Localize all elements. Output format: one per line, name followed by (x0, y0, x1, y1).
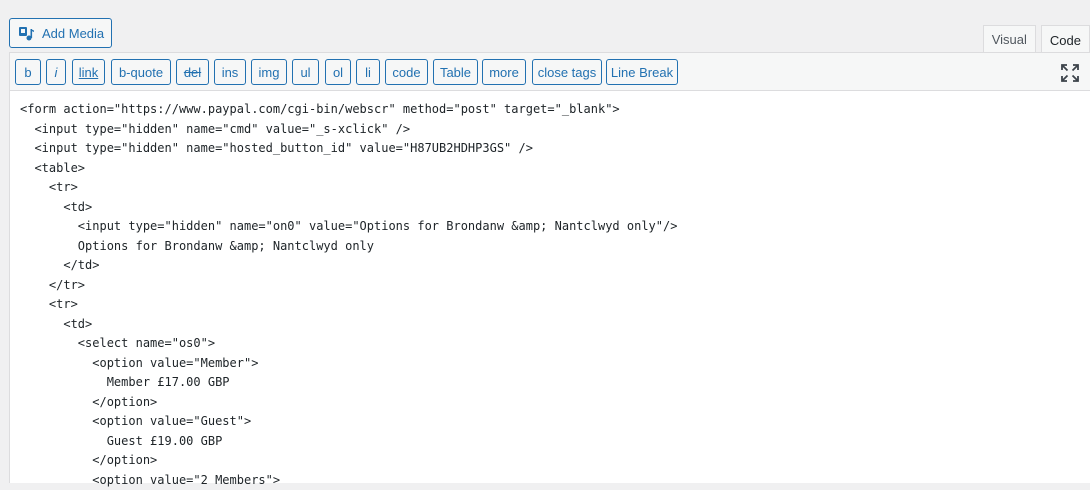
li-button[interactable]: li (356, 59, 380, 85)
code-line: Guest £19.00 GBP (20, 432, 1090, 452)
code-line: Options for Brondanw &amp; Nantclwyd onl… (20, 237, 1090, 257)
code-editor: b i link b-quote del ins img ul ol li co… (9, 52, 1090, 483)
img-button[interactable]: img (251, 59, 287, 85)
add-media-button[interactable]: Add Media (9, 18, 112, 48)
code-textarea[interactable]: <form action="https://www.paypal.com/cgi… (20, 100, 1090, 490)
italic-button[interactable]: i (46, 59, 66, 85)
code-line: </td> (20, 256, 1090, 276)
code-line: <select name="os0"> (20, 334, 1090, 354)
b-quote-button[interactable]: b-quote (111, 59, 171, 85)
code-line: </tr> (20, 276, 1090, 296)
tab-visual[interactable]: Visual (983, 25, 1036, 53)
line-break-button[interactable]: Line Break (606, 59, 678, 85)
media-icon (18, 25, 35, 42)
code-line: <option value="Member"> (20, 354, 1090, 374)
code-line: <td> (20, 315, 1090, 335)
ul-button[interactable]: ul (292, 59, 319, 85)
add-media-label: Add Media (42, 26, 104, 41)
code-line: <input type="hidden" name="on0" value="O… (20, 217, 1090, 237)
code-line: <form action="https://www.paypal.com/cgi… (20, 100, 1090, 120)
fullscreen-icon[interactable] (1060, 63, 1080, 83)
bold-button[interactable]: b (15, 59, 41, 85)
tab-code-label: Code (1050, 33, 1081, 48)
code-line: </option> (20, 451, 1090, 471)
ins-button[interactable]: ins (214, 59, 246, 85)
code-line: Member £17.00 GBP (20, 373, 1090, 393)
del-button[interactable]: del (176, 59, 209, 85)
link-button[interactable]: link (72, 59, 105, 85)
code-line: <td> (20, 198, 1090, 218)
quicktags-toolbar: b i link b-quote del ins img ul ol li co… (10, 53, 1090, 91)
tab-visual-label: Visual (992, 32, 1027, 47)
code-line: <option value="2 Members"> (20, 471, 1090, 490)
code-line: </option> (20, 393, 1090, 413)
code-line: <input type="hidden" name="hosted_button… (20, 139, 1090, 159)
code-button[interactable]: code (385, 59, 428, 85)
code-line: <input type="hidden" name="cmd" value="_… (20, 120, 1090, 140)
table-button[interactable]: Table (433, 59, 478, 85)
editor-tabs: Visual Code (978, 25, 1090, 53)
code-line: <option value="Guest"> (20, 412, 1090, 432)
more-button[interactable]: more (482, 59, 526, 85)
code-line: <tr> (20, 295, 1090, 315)
code-line: <table> (20, 159, 1090, 179)
code-line: <tr> (20, 178, 1090, 198)
close-tags-button[interactable]: close tags (532, 59, 602, 85)
ol-button[interactable]: ol (325, 59, 351, 85)
tab-code[interactable]: Code (1041, 25, 1090, 54)
